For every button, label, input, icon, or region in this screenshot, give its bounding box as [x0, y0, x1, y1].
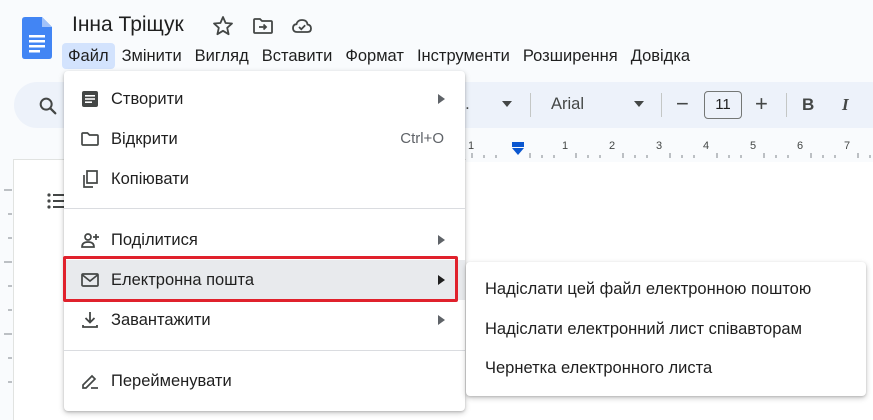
submenu-item-email-file[interactable]: Надіслати цей файл електронною поштою	[466, 270, 866, 308]
highlight-box	[63, 256, 458, 302]
menu-bar: Файл Змінити Вигляд Вставити Формат Інст…	[62, 43, 697, 69]
vertical-ruler[interactable]	[0, 180, 12, 400]
submenu-item-label: Чернетка електронного листа	[485, 359, 713, 377]
move-folder-icon[interactable]	[251, 14, 275, 38]
rename-icon	[82, 374, 98, 389]
document-title[interactable]: Інна Тріщук	[72, 13, 184, 37]
menu-tools[interactable]: Інструменти	[411, 43, 516, 69]
toolbar-divider	[661, 93, 662, 117]
menu-item-label: Створити	[111, 90, 184, 108]
menu-item-share[interactable]: Поділитися	[64, 220, 465, 260]
font-dropdown-icon[interactable]	[634, 101, 644, 107]
menu-item-rename[interactable]: Перейменувати	[64, 361, 465, 401]
menu-help[interactable]: Довідка	[625, 43, 696, 69]
menu-item-label: Поділитися	[111, 231, 198, 249]
ruler-tick: 3	[656, 140, 663, 152]
ruler-tick: 2	[609, 140, 616, 152]
docs-logo-icon[interactable]	[22, 17, 52, 59]
submenu-item-email-collaborators[interactable]: Надіслати електронний лист співавторам	[466, 310, 866, 348]
menu-item-label: Відкрити	[111, 130, 178, 148]
font-size-input[interactable]: 11	[704, 91, 742, 119]
folder-icon	[81, 132, 99, 146]
submenu-arrow-icon	[438, 94, 445, 104]
menu-file[interactable]: Файл	[62, 43, 115, 69]
decrease-font-size-button[interactable]: −	[676, 91, 689, 117]
menu-item-new[interactable]: Створити	[64, 79, 465, 119]
submenu-item-email-draft[interactable]: Чернетка електронного листа	[466, 349, 866, 387]
download-icon	[82, 312, 98, 328]
copy-icon	[83, 170, 98, 188]
doc-icon	[82, 91, 98, 107]
menu-view[interactable]: Вигляд	[189, 43, 255, 69]
menu-insert[interactable]: Вставити	[256, 43, 339, 69]
menu-item-open[interactable]: Відкрити Ctrl+O	[64, 119, 465, 159]
ruler-tick: 6	[797, 140, 804, 152]
shortcut-label: Ctrl+O	[400, 130, 444, 147]
ruler-tick: 1	[468, 140, 475, 152]
increase-font-size-button[interactable]: +	[755, 91, 768, 117]
ruler-tick: 7	[844, 140, 851, 152]
menu-item-download[interactable]: Завантажити	[64, 300, 465, 340]
person-add-icon	[81, 233, 99, 248]
submenu-arrow-icon	[438, 315, 445, 325]
menu-divider	[64, 208, 465, 209]
ruler-tick: 1	[562, 140, 569, 152]
menu-item-label: Перейменувати	[111, 372, 232, 390]
bold-button[interactable]: B	[802, 95, 814, 115]
submenu-arrow-icon	[438, 235, 445, 245]
toolbar-divider	[786, 93, 787, 117]
horizontal-ruler[interactable]	[466, 138, 873, 162]
menu-divider	[64, 350, 465, 351]
star-icon[interactable]	[211, 14, 235, 38]
ruler-tick: 5	[750, 140, 757, 152]
menu-item-label: Завантажити	[111, 311, 211, 329]
menu-item-label: Копіювати	[111, 170, 189, 188]
italic-button[interactable]: I	[842, 95, 849, 115]
submenu-item-label: Надіслати цей файл електронною поштою	[485, 280, 812, 298]
menu-item-copy[interactable]: Копіювати	[64, 159, 465, 199]
cloud-saved-icon[interactable]	[290, 14, 314, 38]
menu-edit[interactable]: Змінити	[116, 43, 188, 69]
ruler-tick: 4	[703, 140, 710, 152]
menu-extensions[interactable]: Розширення	[517, 43, 624, 69]
email-submenu: Надіслати цей файл електронною поштою На…	[466, 262, 866, 396]
toolbar-divider	[530, 93, 531, 117]
search-menus-icon[interactable]	[37, 95, 59, 117]
file-menu: Створити Відкрити Ctrl+O Копіювати Поділ…	[64, 71, 465, 411]
style-dropdown-icon[interactable]	[502, 101, 512, 107]
font-select[interactable]: Arial	[551, 95, 584, 114]
menu-format[interactable]: Формат	[339, 43, 410, 69]
submenu-item-label: Надіслати електронний лист співавторам	[485, 320, 802, 338]
